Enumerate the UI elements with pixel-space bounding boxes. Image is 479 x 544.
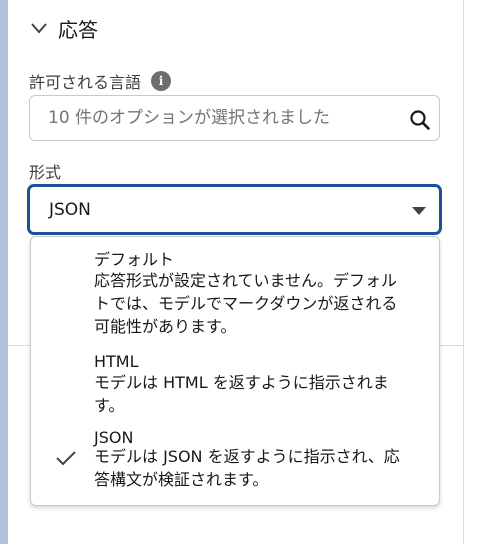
languages-search-box[interactable] xyxy=(29,95,440,141)
option-description-line: す。 xyxy=(94,396,125,415)
format-select[interactable]: JSON xyxy=(28,185,441,234)
caret-down-icon xyxy=(412,207,426,215)
allowed-languages-label: 許可される言語 i xyxy=(29,69,172,93)
option-description-line: モデルは HTML を返すように指示されま xyxy=(94,373,389,392)
option-description-line: 可能性があります。 xyxy=(94,317,237,336)
option-description: モデルは HTML を返すように指示されま す。 xyxy=(94,371,430,417)
info-icon[interactable]: i xyxy=(151,71,172,91)
left-accent-bar xyxy=(0,0,8,544)
format-label: 形式 xyxy=(29,163,62,182)
option-description: 応答形式が設定されていません。デフォル トでは、モデルでマークダウンが返される … xyxy=(94,269,430,338)
check-icon xyxy=(56,451,76,466)
languages-search-input[interactable] xyxy=(48,108,398,128)
section-title: 応答 xyxy=(58,17,98,42)
format-selected-value: JSON xyxy=(49,199,91,220)
format-dropdown-menu: デフォルト 応答形式が設定されていません。デフォル トでは、モデルでマークダウン… xyxy=(30,236,440,506)
format-option-html[interactable]: HTML モデルは HTML を返すように指示されま す。 xyxy=(31,349,439,421)
right-strip xyxy=(464,0,479,544)
format-option-default[interactable]: デフォルト 応答形式が設定されていません。デフォル トでは、モデルでマークダウン… xyxy=(31,237,439,341)
chevron-down-icon xyxy=(31,23,47,34)
option-description-line: 答構文が検証されます。 xyxy=(94,470,269,489)
option-description-line: モデルは JSON を返すように指示され、応 xyxy=(94,447,400,466)
option-description-line: 応答形式が設定されていません。デフォル xyxy=(94,271,398,290)
allowed-languages-label-text: 許可される言語 xyxy=(29,73,142,92)
section-header-response[interactable]: 応答 xyxy=(28,14,98,42)
option-description-line: トでは、モデルでマークダウンが返される xyxy=(94,294,398,313)
format-option-json[interactable]: JSON モデルは JSON を返すように指示され、応 答構文が検証されます。 xyxy=(31,423,439,501)
search-icon[interactable] xyxy=(409,109,431,131)
option-title: デフォルト xyxy=(94,250,175,269)
option-title: HTML xyxy=(94,352,139,371)
option-description: モデルは JSON を返すように指示され、応 答構文が検証されます。 xyxy=(94,445,430,491)
